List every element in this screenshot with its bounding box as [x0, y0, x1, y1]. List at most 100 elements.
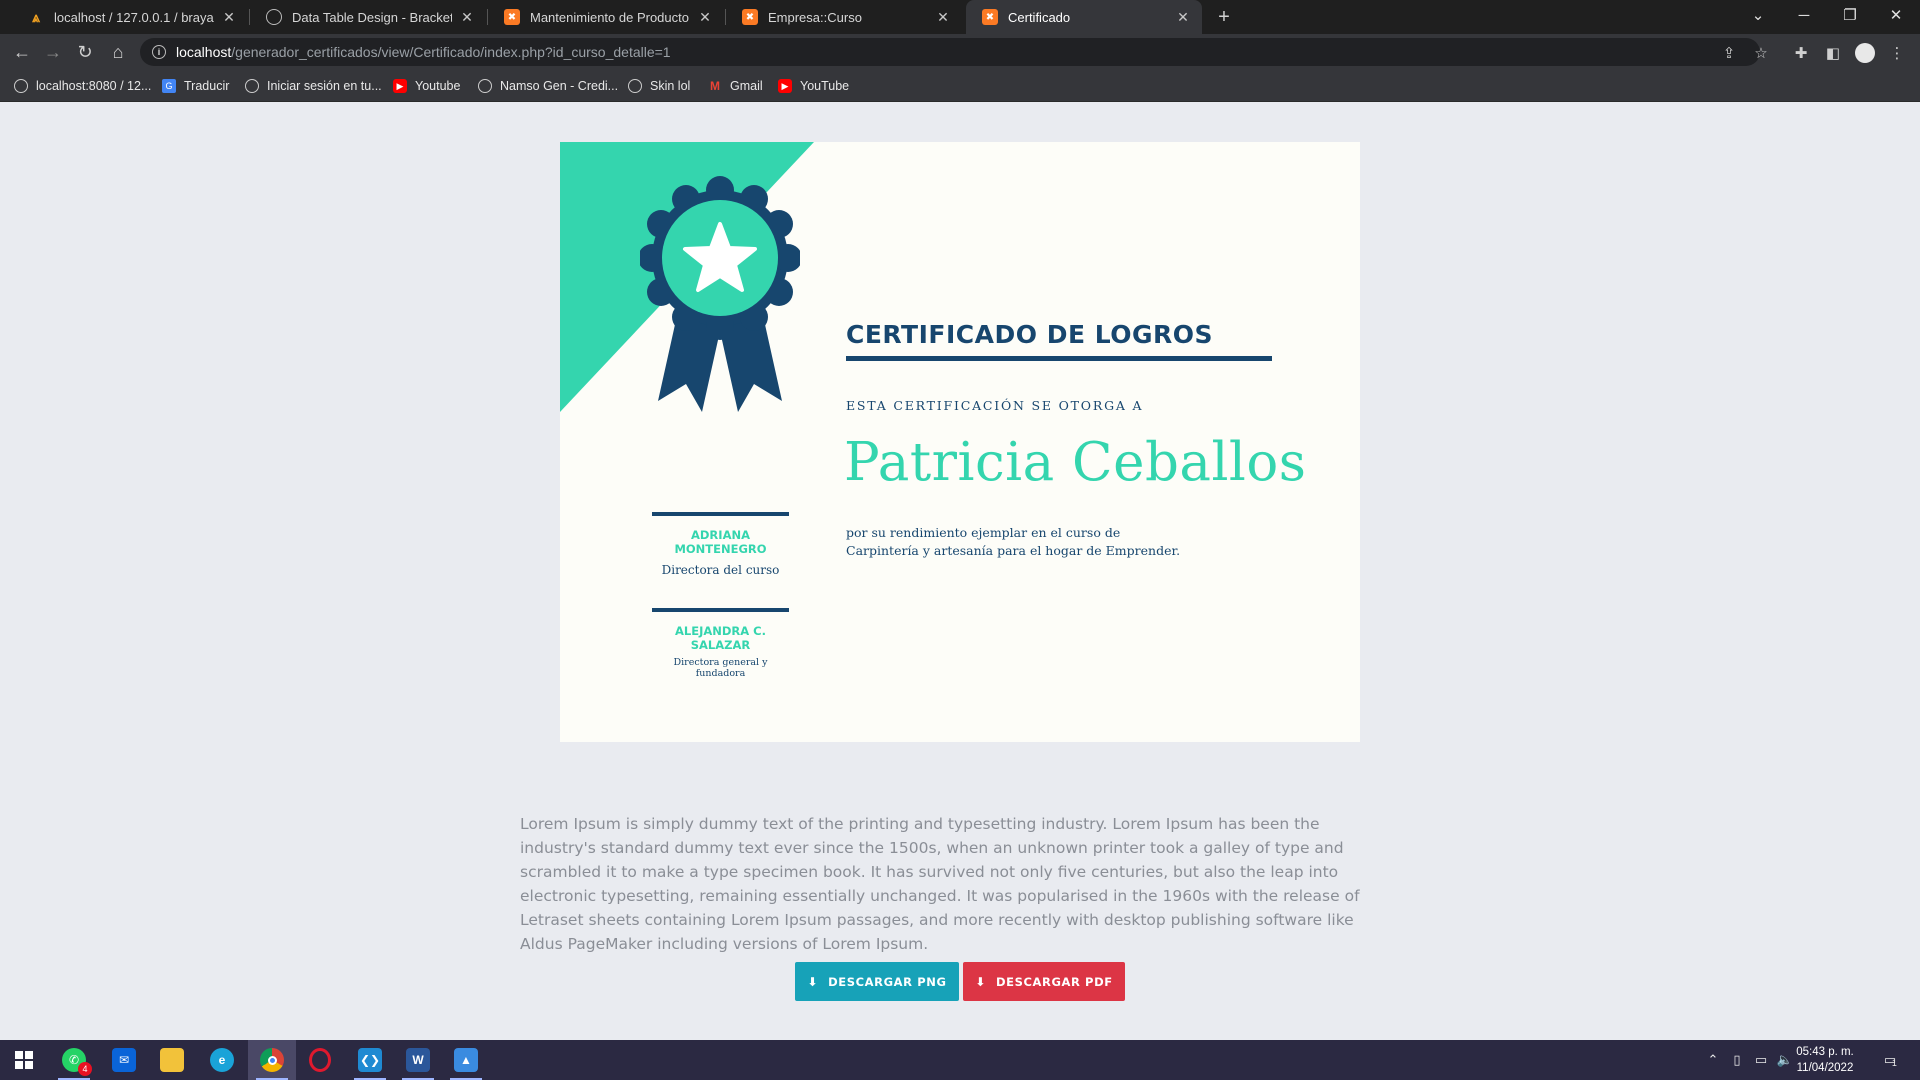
tab-empresa-curso[interactable]: ✖ Empresa::Curso ✕ — [726, 0, 962, 34]
close-tab-icon[interactable]: ✕ — [696, 8, 714, 26]
signatory-role: Directora general y fundadora — [673, 657, 768, 679]
download-png-label: DESCARGAR PNG — [828, 974, 947, 989]
bookmark-label: Traducir — [184, 79, 230, 93]
forward-button[interactable]: → — [41, 40, 65, 64]
globe-icon — [266, 9, 282, 25]
signature-general-director: ALEJANDRA C. SALAZAR Directora general y… — [652, 608, 789, 679]
signature-course-director: ADRIANA MONTENEGRO Directora del curso — [652, 512, 789, 577]
download-icon: ⬇ — [807, 974, 819, 989]
share-icon[interactable]: ⇪ — [1718, 42, 1740, 64]
download-png-button[interactable]: ⬇ DESCARGAR PNG — [795, 962, 959, 1001]
notifications-icon[interactable]: ▭ 1 — [1872, 1040, 1908, 1080]
close-tab-icon[interactable]: ✕ — [458, 8, 476, 26]
browser-menu-icon[interactable]: ⋮ — [1886, 42, 1908, 64]
windows-start-icon — [12, 1048, 36, 1072]
taskbar-clock[interactable]: 05:43 p. m. 11/04/2022 — [1790, 1044, 1860, 1076]
awarded-to-label: ESTA CERTIFICACIÓN SE OTORGA A — [846, 398, 1144, 413]
tab-title: localhost / 127.0.0.1 / brayan_dip — [54, 9, 214, 25]
title-underline — [846, 356, 1272, 361]
tab-phpmyadmin[interactable]: ⩓ localhost / 127.0.0.1 / brayan_dip ✕ — [12, 0, 248, 34]
bookmark-skin-lol[interactable]: Skin lol — [628, 77, 690, 95]
xampp-icon: ✖ — [504, 9, 520, 25]
show-hidden-icons-icon[interactable]: ⌃ — [1702, 1040, 1724, 1080]
clock-date: 11/04/2022 — [1796, 1062, 1854, 1074]
gmail-icon: M — [710, 79, 720, 93]
profile-avatar[interactable] — [1854, 42, 1876, 64]
bookmark-star-icon[interactable]: ☆ — [1750, 42, 1772, 64]
taskbar-photos[interactable]: ▲ — [442, 1040, 490, 1080]
url-host: localhost — [176, 44, 232, 60]
tab-search-icon[interactable]: ⌄ — [1735, 0, 1781, 30]
youtube-icon: ▶ — [778, 79, 792, 93]
file-explorer-icon — [160, 1048, 184, 1072]
close-window-button[interactable]: ✕ — [1873, 0, 1919, 30]
device-icon[interactable]: ▯ — [1726, 1040, 1748, 1080]
windows-taskbar: ✆ 4 ✉ e ❮❯ W ▲ ⌃ ▯ ▭ 🔈 05:43 p. m. 11/04… — [0, 1040, 1920, 1080]
home-button[interactable]: ⌂ — [106, 40, 130, 64]
opera-icon — [309, 1048, 331, 1072]
download-icon: ⬇ — [975, 974, 986, 989]
close-tab-icon[interactable]: ✕ — [220, 8, 238, 26]
minimize-button[interactable]: ─ — [1781, 0, 1827, 30]
award-ribbon-icon — [640, 176, 800, 412]
download-pdf-button[interactable]: ⬇ DESCARGAR PDF — [963, 962, 1125, 1001]
restore-button[interactable]: ❐ — [1827, 0, 1873, 30]
signatory-name: ALEJANDRA C. SALAZAR — [674, 624, 766, 652]
bookmark-namso-gen[interactable]: Namso Gen - Credi... — [478, 77, 618, 95]
tab-title: Empresa::Curso — [768, 9, 862, 25]
back-button[interactable]: ← — [10, 40, 34, 64]
recipient-name: Patricia Ceballos — [844, 432, 1307, 493]
tab-title: Certificado — [1008, 9, 1071, 25]
new-tab-button[interactable]: + — [1211, 5, 1237, 29]
signature-line — [652, 608, 789, 612]
tab-mantenimiento-producto[interactable]: ✖ Mantenimiento de Producto ✕ — [488, 0, 724, 34]
network-icon[interactable]: ▭ — [1750, 1040, 1772, 1080]
certificate-title: CERTIFICADO DE LOGROS — [846, 320, 1214, 349]
notification-count: 1 — [1891, 1058, 1897, 1068]
tab-data-table-design[interactable]: Data Table Design - Bracket Resp ✕ — [250, 0, 486, 34]
bookmark-youtube-2[interactable]: ▶ YouTube — [778, 77, 849, 95]
taskbar-opera[interactable] — [296, 1040, 344, 1080]
address-bar[interactable]: i localhost/generador_certificados/view/… — [140, 38, 1760, 66]
phpmyadmin-icon: ⩓ — [32, 8, 40, 25]
whatsapp-badge: 4 — [78, 1062, 92, 1076]
xampp-icon: ✖ — [982, 9, 998, 25]
photos-icon: ▲ — [454, 1048, 478, 1072]
taskbar-edge[interactable]: e — [198, 1040, 246, 1080]
word-icon: W — [406, 1048, 430, 1072]
tab-title: Data Table Design - Bracket Resp — [292, 9, 452, 25]
bookmark-label: Skin lol — [650, 79, 691, 93]
bookmark-traducir[interactable]: G Traducir — [162, 77, 229, 95]
award-reason-line: por su rendimiento ejemplar en el curso … — [846, 525, 1121, 540]
taskbar-mail[interactable]: ✉ — [100, 1040, 148, 1080]
extensions-icon[interactable]: ✚ — [1790, 42, 1812, 64]
close-tab-icon[interactable]: ✕ — [934, 8, 952, 26]
xampp-icon: ✖ — [742, 9, 758, 25]
taskbar-word[interactable]: W — [394, 1040, 442, 1080]
reload-button[interactable]: ↻ — [73, 40, 97, 64]
taskbar-whatsapp[interactable]: ✆ 4 — [50, 1040, 98, 1080]
taskbar-vscode[interactable]: ❮❯ — [346, 1040, 394, 1080]
globe-icon — [14, 79, 28, 93]
browser-toolbar: ← → ↻ ⌂ i localhost/generador_certificad… — [0, 34, 1920, 70]
taskbar-file-explorer[interactable] — [148, 1040, 196, 1080]
start-button[interactable] — [0, 1040, 48, 1080]
signature-line — [652, 512, 789, 516]
bookmark-localhost[interactable]: localhost:8080 / 12... — [14, 77, 151, 95]
close-tab-icon[interactable]: ✕ — [1174, 8, 1192, 26]
globe-icon — [628, 79, 642, 93]
bookmark-iniciar-sesion[interactable]: Iniciar sesión en tu... — [245, 77, 382, 95]
tab-certificado[interactable]: ✖ Certificado ✕ — [966, 0, 1202, 34]
bookmark-gmail[interactable]: M Gmail — [708, 77, 763, 95]
edge-icon: e — [210, 1048, 234, 1072]
side-panel-icon[interactable]: ◧ — [1822, 42, 1844, 64]
bookmark-label: Gmail — [730, 79, 763, 93]
certificate: CERTIFICADO DE LOGROS ESTA CERTIFICACIÓN… — [560, 142, 1360, 742]
bookmark-youtube[interactable]: ▶ Youtube — [393, 77, 460, 95]
vscode-icon: ❮❯ — [358, 1048, 382, 1072]
site-info-icon[interactable]: i — [152, 45, 166, 59]
bookmarks-bar: localhost:8080 / 12... G Traducir Iniciar… — [0, 70, 1920, 102]
taskbar-chrome[interactable] — [248, 1040, 296, 1080]
award-reason: por su rendimiento ejemplar en el curso … — [846, 524, 1266, 560]
signatory-role: Directora del curso — [661, 563, 780, 577]
